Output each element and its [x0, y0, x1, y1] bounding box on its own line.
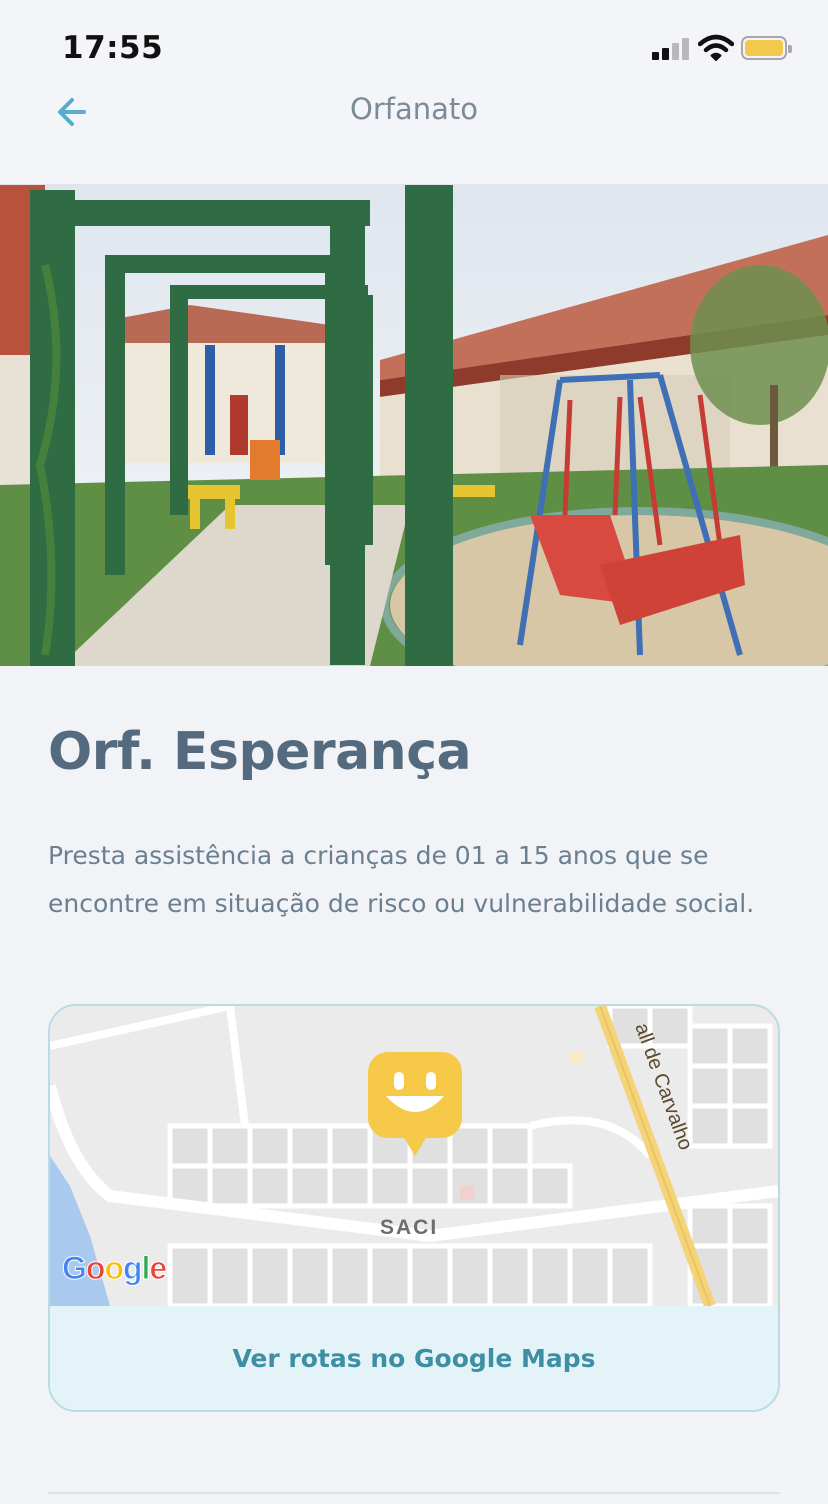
map-view[interactable]: all de Carvalho SACI Google	[50, 1006, 778, 1306]
battery-icon	[741, 36, 792, 60]
cellular-signal-icon	[652, 38, 690, 60]
section-divider	[48, 1492, 780, 1494]
navigation-bar: Orfanato	[0, 92, 828, 185]
smiley-marker-icon[interactable]	[368, 1052, 462, 1156]
google-maps-route-button[interactable]: Ver rotas no Google Maps	[50, 1306, 778, 1410]
place-description: Presta assistência a crianças de 01 a 15…	[48, 841, 755, 918]
map-card: all de Carvalho SACI Google Ver rotas no…	[48, 1004, 780, 1412]
status-bar: 17:55	[0, 0, 828, 92]
google-logo: Google	[62, 1250, 168, 1287]
nav-title: Orfanato	[350, 92, 478, 126]
district-label: SACI	[380, 1216, 438, 1239]
status-time: 17:55	[62, 30, 164, 66]
place-title: Orf. Esperança	[48, 722, 472, 782]
wifi-icon	[698, 34, 734, 61]
orphanage-photo	[0, 185, 828, 666]
